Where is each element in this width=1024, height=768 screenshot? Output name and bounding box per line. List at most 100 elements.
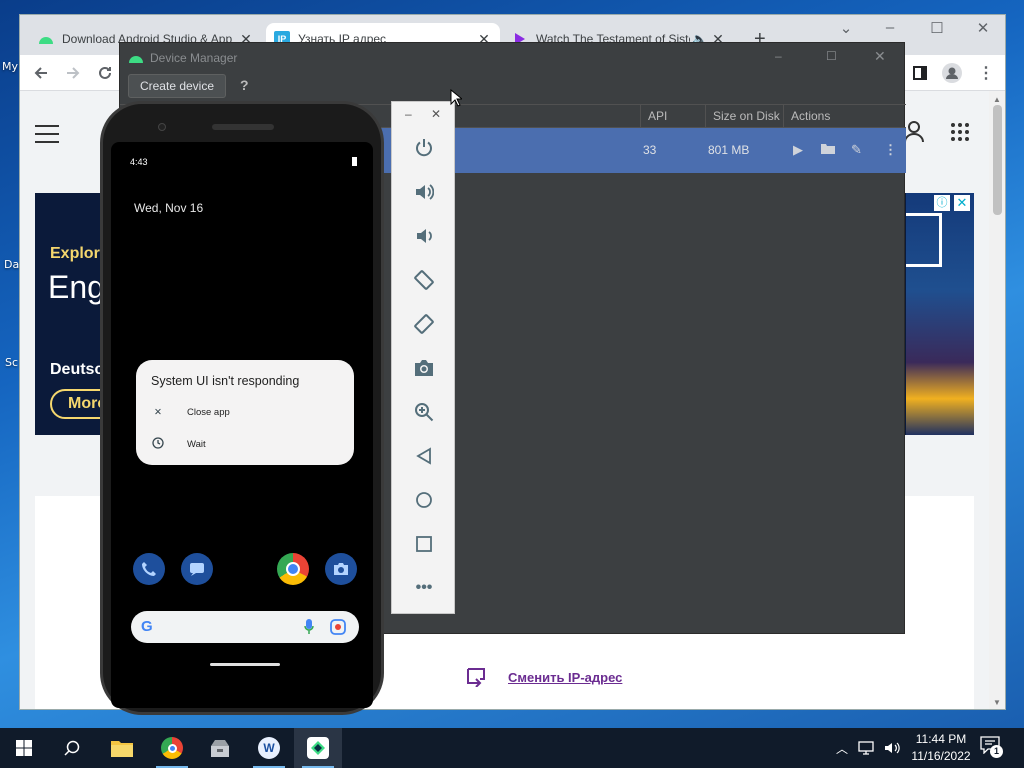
clock-date: 11/16/2022	[911, 749, 971, 763]
page-scrollbar[interactable]: ▲ ▼	[989, 91, 1005, 709]
start-button[interactable]	[0, 728, 48, 768]
desktop-icon-da[interactable]: Da	[4, 258, 19, 271]
back-icon[interactable]	[29, 61, 53, 85]
folder-icon	[111, 741, 133, 757]
more-actions-icon[interactable]: ⋮	[884, 142, 897, 158]
clock-time: 11:44 PM	[915, 732, 967, 746]
phone-screen[interactable]: 4:43 Wed, Nov 16 System UI isn't respond…	[111, 142, 373, 708]
close-icon[interactable]: ✕	[968, 19, 998, 37]
ad-close-icon[interactable]: ✕	[954, 195, 970, 211]
mouse-cursor-icon	[450, 88, 464, 112]
phone-app-icon[interactable]	[133, 553, 165, 585]
launch-icon[interactable]: ▶	[793, 142, 803, 158]
close-app-label: Close app	[187, 407, 230, 418]
volume-down-icon[interactable]	[412, 224, 436, 248]
minimize-icon[interactable]: –	[775, 49, 782, 63]
close-icon[interactable]: ✕	[874, 48, 886, 65]
taskbar-clock[interactable]: 11:44 PM 11/16/2022	[906, 731, 976, 765]
change-ip-icon	[467, 668, 485, 687]
chrome-app-icon[interactable]	[277, 553, 309, 585]
camera-app-icon[interactable]	[325, 553, 357, 585]
windows-icon	[16, 740, 32, 756]
change-ip-link[interactable]: Сменить IP-адрес	[466, 667, 622, 687]
emulator-toolbar: – ✕ •••	[391, 101, 455, 614]
close-app-option[interactable]: ✕ Close app	[151, 407, 230, 418]
more-icon[interactable]: •••	[412, 576, 436, 600]
profile-icon[interactable]	[940, 61, 964, 85]
device-size: 801 MB	[708, 143, 750, 157]
google-search-bar[interactable]: G	[131, 611, 359, 643]
ad-line-2: Eng	[48, 269, 105, 305]
earpiece	[212, 124, 274, 130]
mic-icon[interactable]	[304, 619, 314, 640]
w-app-icon: W	[258, 737, 280, 759]
lock-date: Wed, Nov 16	[134, 201, 204, 215]
deutsche-bank-logo	[906, 213, 942, 267]
menu-dots-icon[interactable]: ⋮	[974, 61, 998, 85]
apps-grid-icon[interactable]	[950, 122, 970, 147]
camera-icon[interactable]	[412, 356, 436, 380]
reload-icon[interactable]	[93, 61, 117, 85]
device-manager-title: Device Manager	[150, 51, 238, 65]
lens-icon[interactable]	[330, 619, 346, 640]
notification-count: 1	[990, 745, 1003, 758]
ad-info-icon[interactable]: ⓘ	[934, 195, 950, 211]
hamburger-icon[interactable]	[35, 125, 59, 148]
wait-option[interactable]: Wait	[151, 437, 206, 452]
column-api[interactable]: API	[648, 109, 667, 123]
help-button[interactable]: ?	[240, 77, 249, 93]
side-panel-icon[interactable]	[908, 61, 932, 85]
tab-search-icon[interactable]: ⌄	[831, 19, 861, 37]
notification-center-button[interactable]: 1	[980, 736, 1006, 760]
change-ip-text[interactable]: Сменить IP-адрес	[508, 670, 622, 685]
column-size[interactable]: Size on Disk	[713, 109, 780, 123]
search-icon	[64, 740, 80, 756]
front-camera	[158, 123, 166, 131]
rotate-left-icon[interactable]	[412, 268, 436, 292]
rotate-right-icon[interactable]	[412, 312, 436, 336]
zoom-icon[interactable]	[412, 400, 436, 424]
user-icon[interactable]	[904, 121, 924, 148]
status-time: 4:43	[130, 157, 148, 167]
taskbar-app-w[interactable]: W	[245, 728, 293, 768]
forward-icon[interactable]	[61, 61, 85, 85]
ad-line-3: Deutsc	[50, 361, 104, 378]
taskbar-chrome[interactable]	[148, 728, 196, 768]
system-tray: ︿	[836, 728, 900, 768]
gesture-nav-bar[interactable]	[210, 663, 280, 666]
folder-icon[interactable]	[821, 142, 835, 157]
create-device-button[interactable]: Create device	[128, 74, 226, 98]
taskbar-app-boxes[interactable]	[196, 728, 244, 768]
android-icon	[129, 56, 143, 63]
back-icon[interactable]	[412, 444, 436, 468]
taskbar-android-studio[interactable]	[294, 728, 342, 768]
emulator-phone: 4:43 Wed, Nov 16 System UI isn't respond…	[100, 101, 384, 715]
maximize-icon[interactable]: ☐	[826, 49, 837, 63]
search-button[interactable]	[48, 728, 96, 768]
volume-up-icon[interactable]	[412, 180, 436, 204]
maximize-icon[interactable]: ☐	[922, 19, 952, 37]
scrollbar-thumb[interactable]	[993, 105, 1002, 215]
chevron-up-icon[interactable]: ︿	[836, 740, 848, 757]
network-icon[interactable]	[858, 741, 874, 755]
desktop-icon-sc[interactable]: Sc	[5, 356, 18, 369]
taskbar-file-explorer[interactable]	[98, 728, 146, 768]
messages-app-icon[interactable]	[181, 553, 213, 585]
battery-icon	[352, 157, 357, 166]
dialog-title: System UI isn't responding	[151, 374, 300, 388]
power-icon[interactable]	[412, 136, 436, 160]
device-manager-titlebar: Device Manager – ☐ ✕	[120, 43, 906, 73]
boxes-icon	[211, 740, 229, 757]
volume-icon[interactable]	[884, 741, 900, 755]
desktop-icon-my[interactable]: My	[2, 60, 18, 73]
minimize-icon[interactable]: –	[875, 19, 905, 36]
home-icon[interactable]	[412, 488, 436, 512]
column-actions[interactable]: Actions	[791, 109, 830, 123]
device-api: 33	[643, 143, 657, 157]
emulator-close-icon[interactable]: ✕	[431, 107, 441, 121]
clock-icon	[151, 437, 165, 452]
edit-icon[interactable]: ✎	[851, 142, 862, 158]
windows-taskbar: W ︿ 11:44 PM 11/16/2022 1	[0, 728, 1024, 768]
emulator-minimize-icon[interactable]: –	[405, 107, 412, 121]
overview-icon[interactable]	[412, 532, 436, 556]
